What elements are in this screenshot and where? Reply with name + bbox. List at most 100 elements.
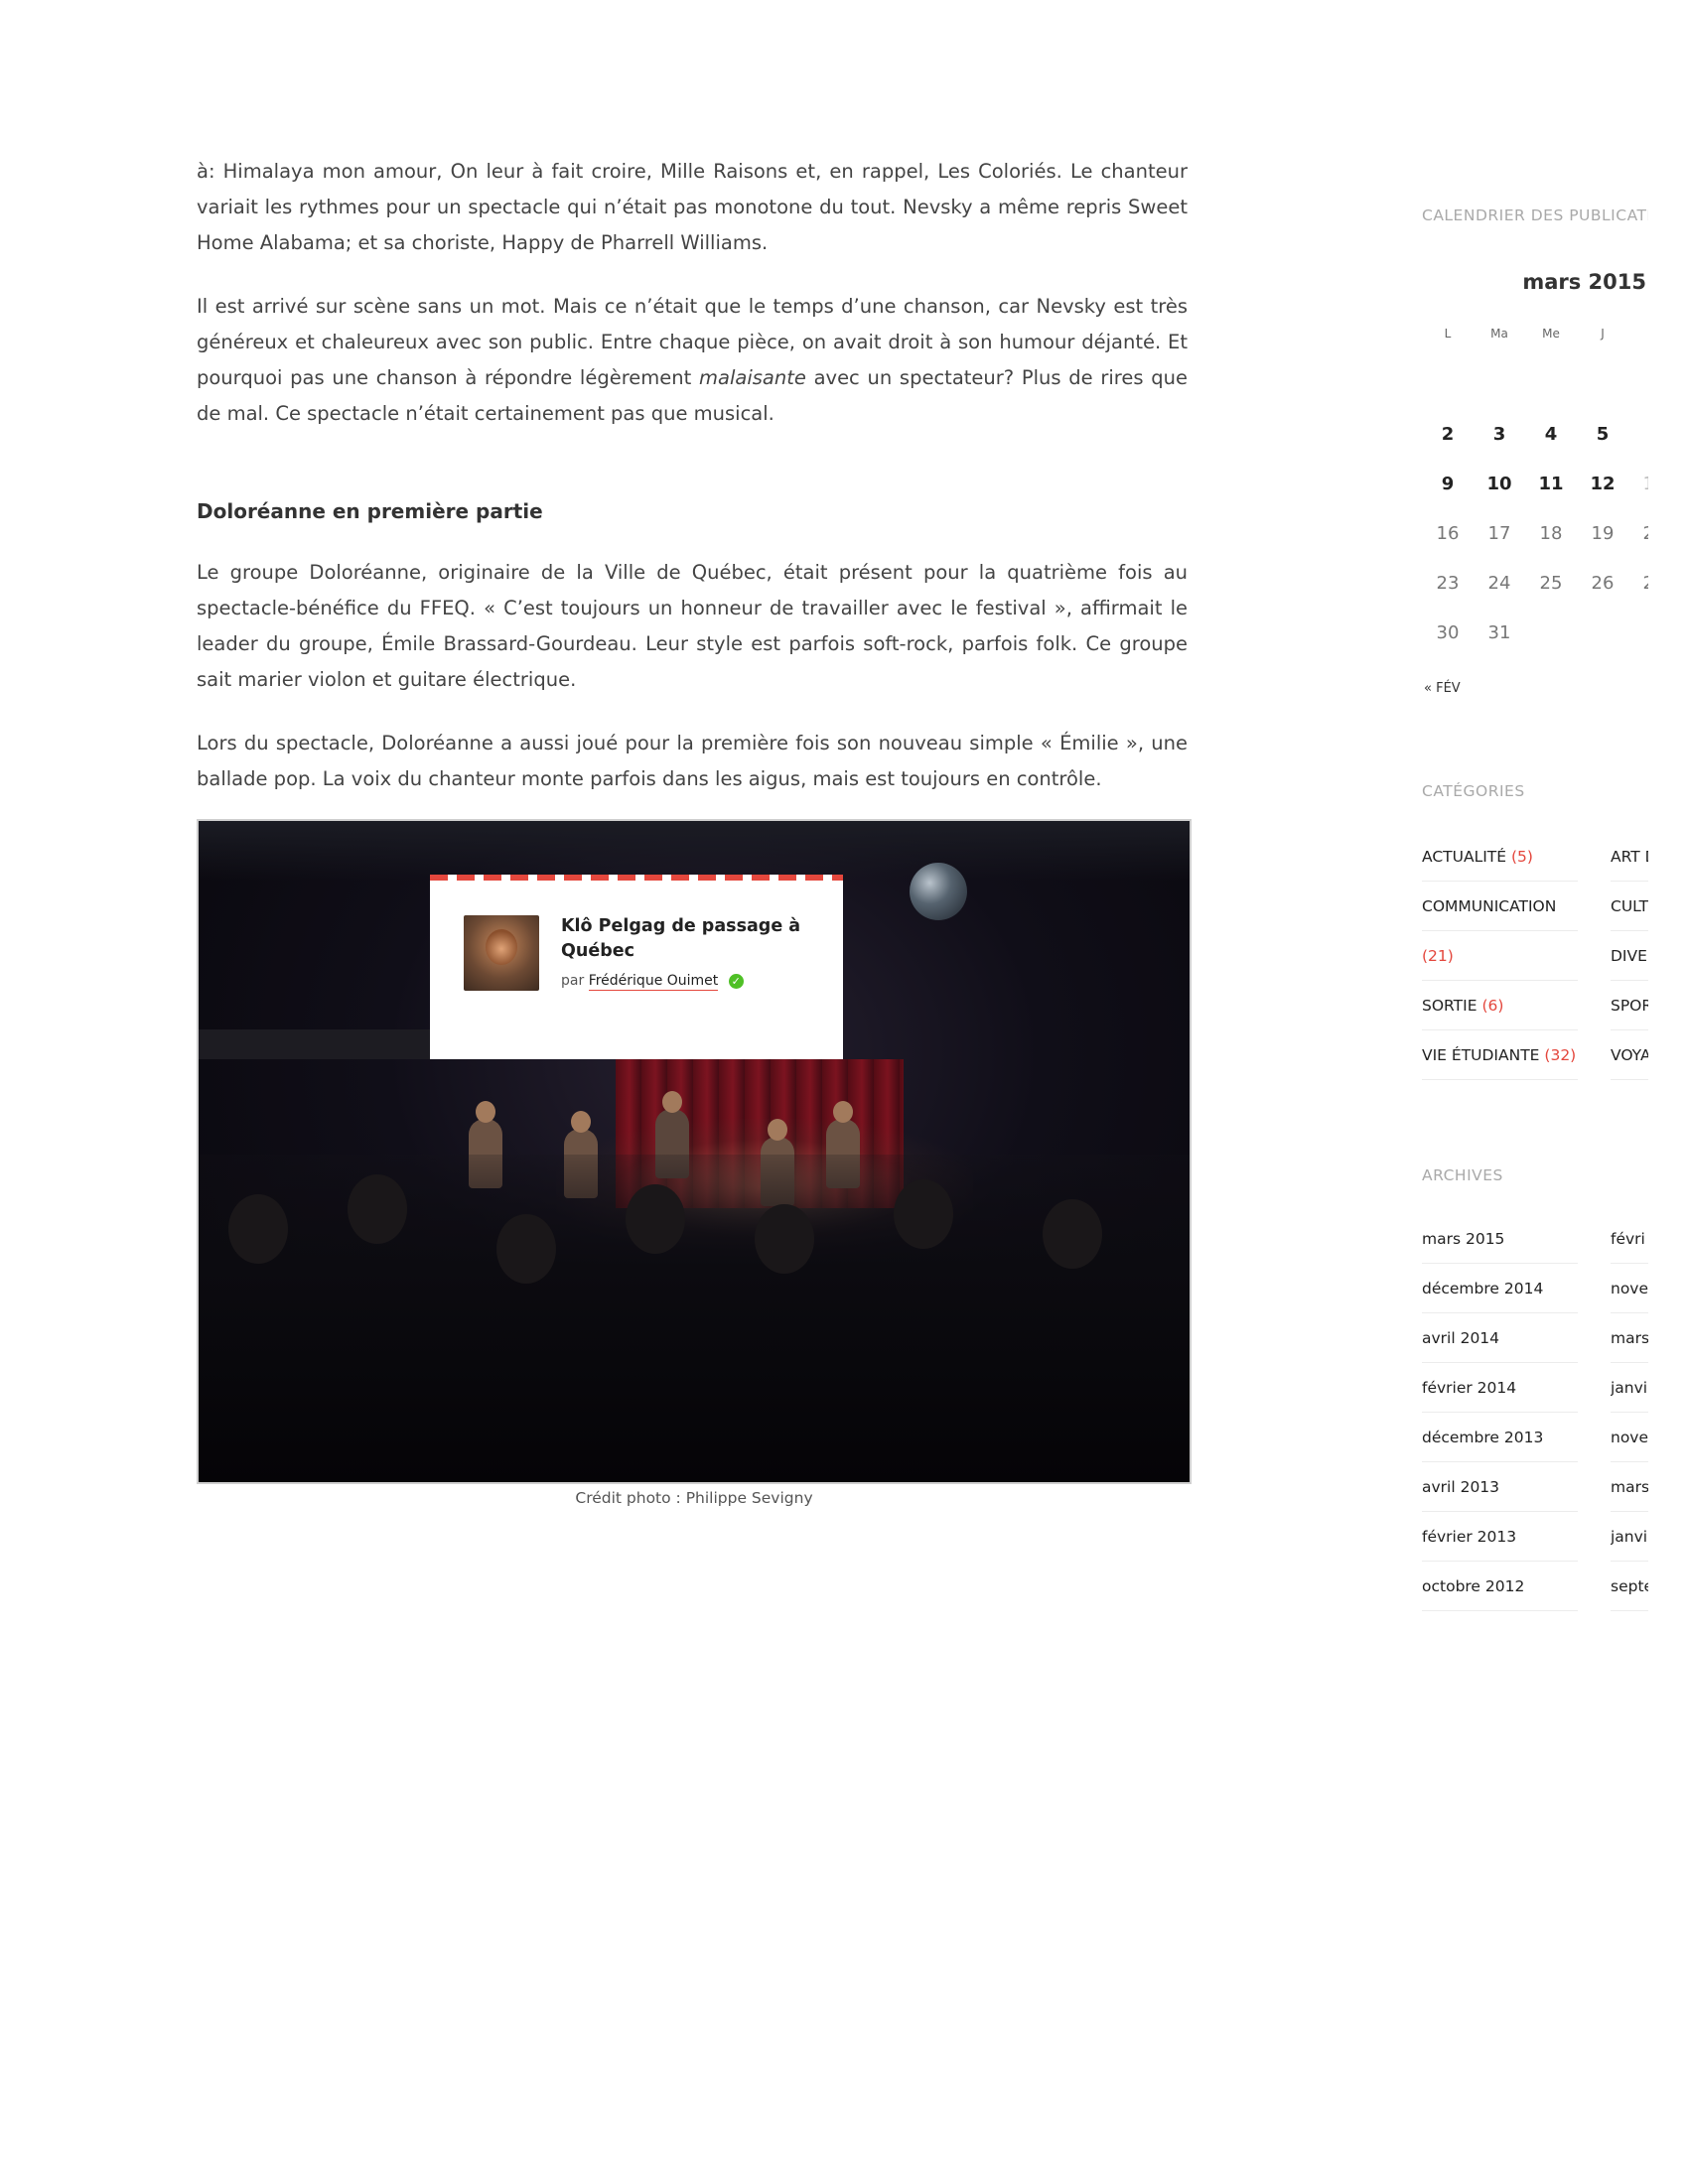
calendar-weekday: Ma [1490,327,1508,341]
archives-widget-title: ARCHIVES [1422,1166,1503,1184]
calendar-week: 23 24 25 26 27 [1422,558,1648,608]
calendar-day: 18 [1539,522,1563,544]
calendar-day [1525,359,1577,409]
archive-link[interactable]: nove [1611,1413,1648,1462]
archive-link[interactable]: avril 2014 [1422,1313,1578,1363]
category-count: (6) [1481,997,1504,1015]
crowd-head [1043,1199,1102,1269]
emphasis-text: malaisante [699,366,806,389]
archive-link[interactable]: décembre 2014 [1422,1264,1578,1313]
calendar-day: 13 [1628,459,1648,508]
author-link[interactable]: Frédérique Ouimet [588,973,719,991]
archive-link[interactable]: janvi [1611,1512,1648,1562]
category-item[interactable]: VOYA [1611,1030,1648,1080]
category-label[interactable]: SPOR [1611,997,1648,1015]
category-label[interactable]: ART D [1611,848,1648,866]
calendar-weekday: L [1444,327,1452,341]
category-label[interactable]: CULT [1611,897,1648,915]
paragraph: à: Himalaya mon amour, On leur à fait cr… [197,160,1188,254]
category-label[interactable]: SORTIE [1422,997,1477,1015]
calendar-day[interactable]: 9 [1422,459,1474,508]
category-label[interactable]: VOYA [1611,1046,1648,1064]
ceiling [199,821,1190,881]
calendar-day: 27 [1628,558,1648,608]
category-item[interactable]: SORTIE (6) [1422,981,1578,1030]
category-item[interactable]: DIVEF [1611,931,1648,981]
category-item[interactable]: CULT [1611,882,1648,931]
category-label[interactable]: DIVEF [1611,947,1648,965]
calendar-day[interactable]: 4 [1525,409,1577,459]
balcony [199,1029,457,1059]
calendar-day [1422,359,1474,409]
category-item[interactable]: ART D [1611,832,1648,882]
category-count: (21) [1422,947,1454,965]
archive-link[interactable]: avril 2013 [1422,1462,1578,1512]
category-label[interactable]: ACTUALITÉ [1422,848,1506,866]
calendar-day [1577,359,1628,409]
calendar-day [1628,359,1648,409]
category-item[interactable]: SPOR [1611,981,1648,1030]
calendar-day[interactable]: 11 [1525,459,1577,508]
calendar-widget-title: CALENDRIER DES PUBLICATIO [1422,206,1648,224]
calendar-day: 19 [1591,522,1615,544]
calendar-week: 910111213 [1422,459,1648,508]
calendar-month: mars 2015 [1522,270,1646,294]
calendar-weekday: Me [1542,327,1560,341]
category-item[interactable]: ACTUALITÉ (5) [1422,832,1578,882]
archive-link[interactable]: février 2014 [1422,1363,1578,1413]
paragraph: Lors du spectacle, Doloréanne a aussi jo… [197,732,1188,790]
category-label[interactable]: VIE ÉTUDIANTE [1422,1046,1539,1064]
calendar-day[interactable]: 10 [1474,459,1525,508]
archive-link[interactable]: févri [1611,1214,1648,1264]
related-post-popup[interactable]: Klô Pelgag de passage à Québec par Frédé… [430,875,843,1059]
archive-link[interactable]: septe [1611,1562,1648,1611]
post-thumbnail[interactable] [464,915,539,991]
calendar-prev-link[interactable]: « FÉV [1424,681,1461,696]
calendar-day: 26 [1591,572,1615,594]
archive-link[interactable]: mars [1611,1462,1648,1512]
category-item[interactable]: COMMUNICATION [1422,882,1578,931]
archive-link[interactable]: mars 2015 [1422,1214,1578,1264]
calendar-day: 23 [1436,572,1460,594]
calendar-day [1577,608,1628,657]
calendar-day: 31 [1487,621,1511,643]
archive-link[interactable]: janvi [1611,1363,1648,1413]
calendar-day[interactable]: 12 [1577,459,1628,508]
paragraph: Il est arrivé sur scène sans un mot. Mai… [197,289,1188,432]
category-label[interactable]: COMMUNICATION [1422,897,1556,915]
category-item[interactable]: VIE ÉTUDIANTE (32) [1422,1030,1578,1080]
calendar-day: 20 [1628,508,1648,558]
category-count: (32) [1544,1046,1577,1064]
archive-link[interactable]: octobre 2012 [1422,1562,1578,1611]
sidebar: CALENDRIER DES PUBLICATIO mars 2015 L Ma M… [1422,0,1648,2184]
calendar-day: 17 [1487,522,1511,544]
archive-link[interactable]: mars [1611,1313,1648,1363]
disco-ball [910,863,967,920]
calendar-week: 30 31 [1422,608,1648,657]
calendar-day[interactable]: 5 [1577,409,1628,459]
calendar-weekday: J [1601,327,1605,341]
categories-list: ACTUALITÉ (5) ART D COMMUNICATION CULT (21) D… [1422,832,1648,1080]
calendar-week [1422,359,1648,409]
popup-post-title[interactable]: Klô Pelgag de passage à Québec [561,914,809,964]
article-body: à: Himalaya mon amour, On leur à fait cr… [197,154,1188,825]
popup-byline: par Frédérique Ouimet ✓ [561,973,744,991]
calendar-week: 23456 [1422,409,1648,459]
calendar-day[interactable]: 2 [1422,409,1474,459]
calendar-week: 16 17 18 19 20 [1422,508,1648,558]
category-item[interactable]: (21) [1422,931,1578,981]
byline-prefix: par [561,973,585,989]
paragraph: Le groupe Doloréanne, originaire de la V… [197,561,1188,691]
calendar-day: 24 [1487,572,1511,594]
popup-accent-stripe [430,875,843,881]
calendar-day: 30 [1436,621,1460,643]
crowd-head [755,1204,814,1274]
calendar-day: 25 [1539,572,1563,594]
archive-link[interactable]: nove [1611,1264,1648,1313]
calendar-day: 16 [1436,522,1460,544]
calendar-weekday: V [1628,308,1648,359]
archive-link[interactable]: décembre 2013 [1422,1413,1578,1462]
crowd-head [496,1214,556,1284]
archive-link[interactable]: février 2013 [1422,1512,1578,1562]
calendar-day[interactable]: 3 [1474,409,1525,459]
